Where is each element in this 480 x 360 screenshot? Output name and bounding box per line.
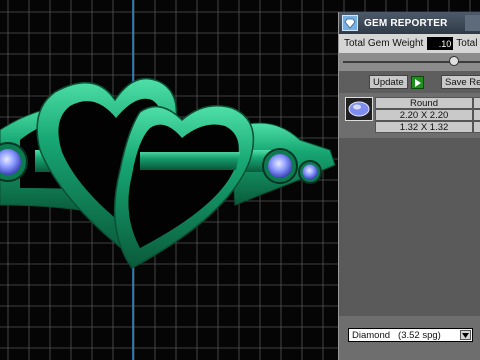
- slider-row: [339, 53, 480, 71]
- slider-thumb[interactable]: [449, 56, 459, 66]
- total-gem-weight-row: Total Gem Weight .10 Total: [339, 34, 480, 53]
- table-row[interactable]: 1.32 X 1.32: [375, 121, 473, 133]
- total-gem-weight-value: .10: [427, 37, 454, 50]
- panel-title: GEM REPORTER: [364, 17, 448, 29]
- green-play-icon[interactable]: [411, 76, 424, 89]
- slider-track: [343, 61, 480, 63]
- total-second-label: Total: [456, 38, 478, 49]
- table-row[interactable]: 2.20 X 2.20: [375, 109, 473, 121]
- panel-close-button[interactable]: [465, 15, 480, 31]
- table-row-extra: [473, 121, 480, 133]
- large-right-gem: [268, 154, 292, 178]
- table-header-extra: [473, 97, 480, 109]
- panel-footer: Diamond (3.52 spg): [339, 316, 480, 360]
- dropdown-arrow-icon: [460, 330, 471, 340]
- action-row: Update Save Re: [339, 71, 480, 93]
- table-row-extra: [473, 109, 480, 121]
- gem-reporter-panel: GEM REPORTER Total Gem Weight .10 Total …: [338, 12, 480, 360]
- save-report-button[interactable]: Save Re: [441, 75, 480, 89]
- gem-reporter-icon: [342, 15, 358, 31]
- panel-titlebar[interactable]: GEM REPORTER: [339, 12, 480, 34]
- update-button[interactable]: Update: [369, 75, 408, 89]
- material-select[interactable]: Diamond (3.52 spg): [348, 328, 473, 342]
- small-right-gem: [302, 164, 318, 180]
- material-name: Diamond: [352, 329, 391, 341]
- gem-table: Round 2.20 X 2.20 1.32 X 1.32: [345, 97, 480, 135]
- update-button-label: Update: [373, 76, 404, 88]
- total-gem-weight-label: Total Gem Weight: [344, 38, 424, 49]
- save-report-label: Save Re: [445, 76, 480, 88]
- panel-body: [339, 138, 480, 316]
- round-gem-icon[interactable]: [345, 97, 373, 121]
- material-spg: (3.52 spg): [398, 329, 441, 341]
- table-header-shape: Round: [375, 97, 473, 109]
